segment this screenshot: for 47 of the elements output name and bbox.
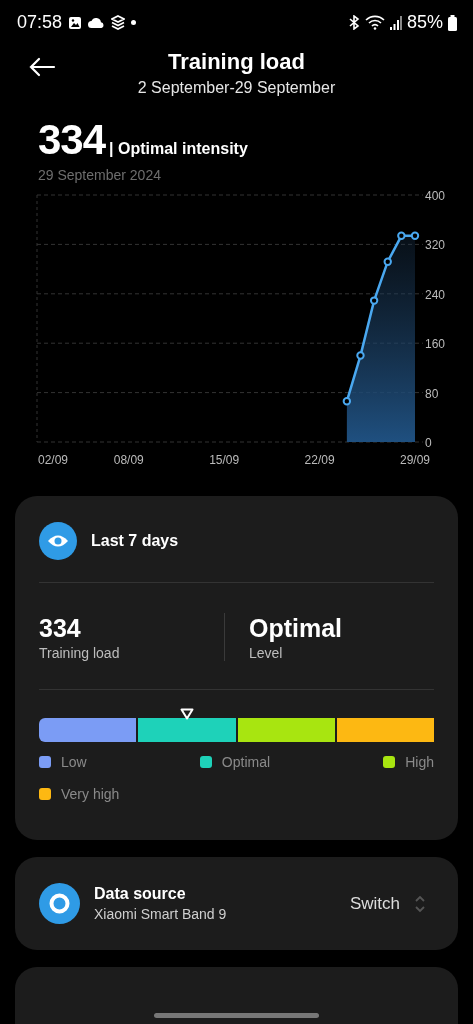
stat-label: Level (249, 645, 283, 661)
load-value: 334 (38, 118, 106, 162)
legend-label: Very high (61, 786, 120, 802)
clock-time: 07:58 (17, 12, 63, 33)
data-point (397, 231, 406, 240)
axis-tick-label: 0 (425, 436, 432, 450)
axis-tick-label: 160 (425, 337, 446, 352)
signal-icon (389, 15, 402, 30)
intensity-label: | Optimal intensity (109, 140, 248, 158)
watch-icon (39, 883, 80, 924)
axis-tick-label: 320 (425, 238, 446, 253)
device-name: Xiaomi Smart Band 9 (94, 906, 227, 922)
axis-tick-label: 240 (425, 287, 446, 302)
data-point (356, 351, 365, 360)
date-range: 2 September-29 September (137, 78, 336, 98)
axis-tick-label: 02/09 (38, 453, 68, 467)
bluetooth-icon (347, 15, 360, 30)
legend-label: Low (61, 754, 87, 770)
axis-tick-label: 400 (425, 189, 446, 203)
axis-tick-label: 22/09 (304, 453, 335, 467)
wifi-icon (364, 15, 385, 30)
switch-button[interactable]: Switch (349, 893, 434, 914)
stat-value: 334 (39, 613, 81, 643)
data-point (410, 231, 420, 240)
summary-date: 29 September 2024 (38, 167, 161, 183)
source-title: Data source (94, 885, 186, 903)
legend-label: High (405, 754, 434, 770)
axis-tick-label: 08/09 (113, 453, 144, 467)
axis-tick-label: 29/09 (400, 453, 430, 467)
notification-dot-icon (131, 20, 137, 25)
battery-icon (448, 14, 457, 31)
card-title: Last 7 days (91, 532, 179, 550)
gallery-icon (68, 15, 83, 30)
axis-tick-label: 15/09 (209, 453, 240, 467)
eye-icon (39, 522, 77, 560)
battery-level: 85% (406, 12, 443, 33)
layers-icon (111, 15, 126, 30)
data-point (369, 296, 379, 305)
axis-tick-label: 80 (425, 386, 439, 401)
data-point (342, 397, 352, 406)
cloud-icon (88, 17, 106, 28)
legend-label: Optimal (221, 754, 271, 770)
stat-value: Optimal (249, 613, 343, 643)
data-point (383, 257, 392, 266)
stat-label: Training load (39, 645, 120, 661)
up-down-chevron-icon (414, 893, 426, 914)
page-title: Training load (168, 48, 305, 75)
